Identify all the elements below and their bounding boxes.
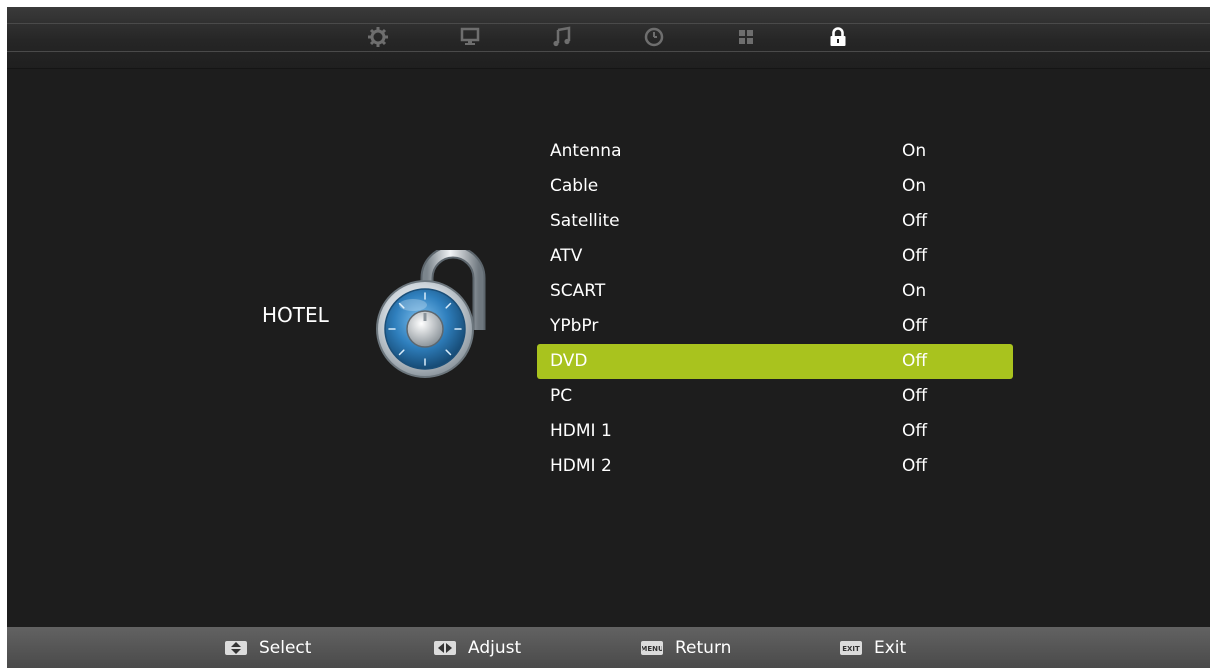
select-hint[interactable]: Select [225, 638, 311, 658]
menu-item-ypbpr[interactable]: YPbPr Off [537, 309, 1013, 344]
combination-lock-icon [376, 250, 486, 378]
menu-item-value: On [902, 141, 927, 161]
return-hint[interactable]: MENU Return [641, 638, 731, 658]
menu-item-antenna[interactable]: Antenna On [537, 134, 1013, 169]
menu-item-label: HDMI 1 [550, 421, 612, 441]
grid-icon [739, 30, 753, 44]
menu-key-icon: MENU [641, 641, 663, 655]
menu-item-hdmi-1[interactable]: HDMI 1 Off [537, 414, 1013, 449]
menu-item-label: Satellite [550, 211, 620, 231]
svg-text:MENU: MENU [642, 645, 662, 653]
menu-item-label: HDMI 2 [550, 456, 612, 476]
menu-item-label: DVD [550, 351, 588, 371]
svg-text:EXIT: EXIT [842, 645, 860, 653]
menu-item-hdmi-2[interactable]: HDMI 2 Off [537, 449, 1013, 484]
tab-lock[interactable] [792, 21, 884, 53]
menu-item-value: Off [902, 456, 928, 476]
up-down-key-icon [225, 641, 247, 655]
menu-item-value: Off [902, 421, 928, 441]
monitor-icon [460, 27, 480, 45]
menu-item-value: Off [902, 386, 928, 406]
top-tab-bar [7, 7, 1210, 69]
tab-setup[interactable] [332, 21, 424, 53]
menu-item-value: Off [902, 351, 928, 371]
tv-menu-screen: HOTEL Antenna On Cable On Satellite Off … [7, 7, 1210, 668]
menu-item-value: Off [902, 211, 928, 231]
menu-item-label: PC [550, 386, 573, 406]
page-title: HOTEL [262, 303, 329, 327]
gear-icon [368, 27, 388, 47]
hotel-source-menu: Antenna On Cable On Satellite Off ATV Off SCART O… [537, 134, 1013, 484]
menu-item-scart[interactable]: SCART On [537, 274, 1013, 309]
tab-picture[interactable] [424, 21, 516, 53]
menu-item-label: Cable [550, 176, 599, 196]
music-note-icon [553, 26, 571, 47]
menu-item-label: ATV [550, 246, 583, 266]
menu-item-value: On [902, 176, 927, 196]
help-bar: Select Adjust MENU Return EXIT Exit [7, 627, 1210, 668]
left-right-key-icon [434, 641, 456, 655]
adjust-hint[interactable]: Adjust [434, 638, 521, 658]
adjust-hint-label: Adjust [468, 638, 522, 658]
menu-item-value: On [902, 281, 927, 301]
tab-time[interactable] [608, 21, 700, 53]
exit-hint[interactable]: EXIT Exit [840, 638, 906, 658]
select-hint-label: Select [259, 638, 312, 658]
menu-item-label: Antenna [550, 141, 622, 161]
menu-item-atv[interactable]: ATV Off [537, 239, 1013, 274]
menu-item-pc[interactable]: PC Off [537, 379, 1013, 414]
menu-item-satellite[interactable]: Satellite Off [537, 204, 1013, 239]
menu-item-value: Off [902, 316, 928, 336]
exit-hint-label: Exit [874, 638, 907, 658]
menu-item-label: YPbPr [550, 316, 599, 336]
menu-item-value: Off [902, 246, 928, 266]
menu-tabs [332, 21, 884, 53]
tab-option[interactable] [700, 21, 792, 53]
tab-sound[interactable] [516, 21, 608, 53]
lock-icon [830, 27, 846, 46]
exit-key-icon: EXIT [840, 641, 862, 655]
menu-item-dvd[interactable]: DVD Off [537, 344, 1013, 379]
clock-icon [644, 27, 664, 47]
menu-item-cable[interactable]: Cable On [537, 169, 1013, 204]
menu-item-label: SCART [550, 281, 606, 301]
return-hint-label: Return [675, 638, 732, 658]
